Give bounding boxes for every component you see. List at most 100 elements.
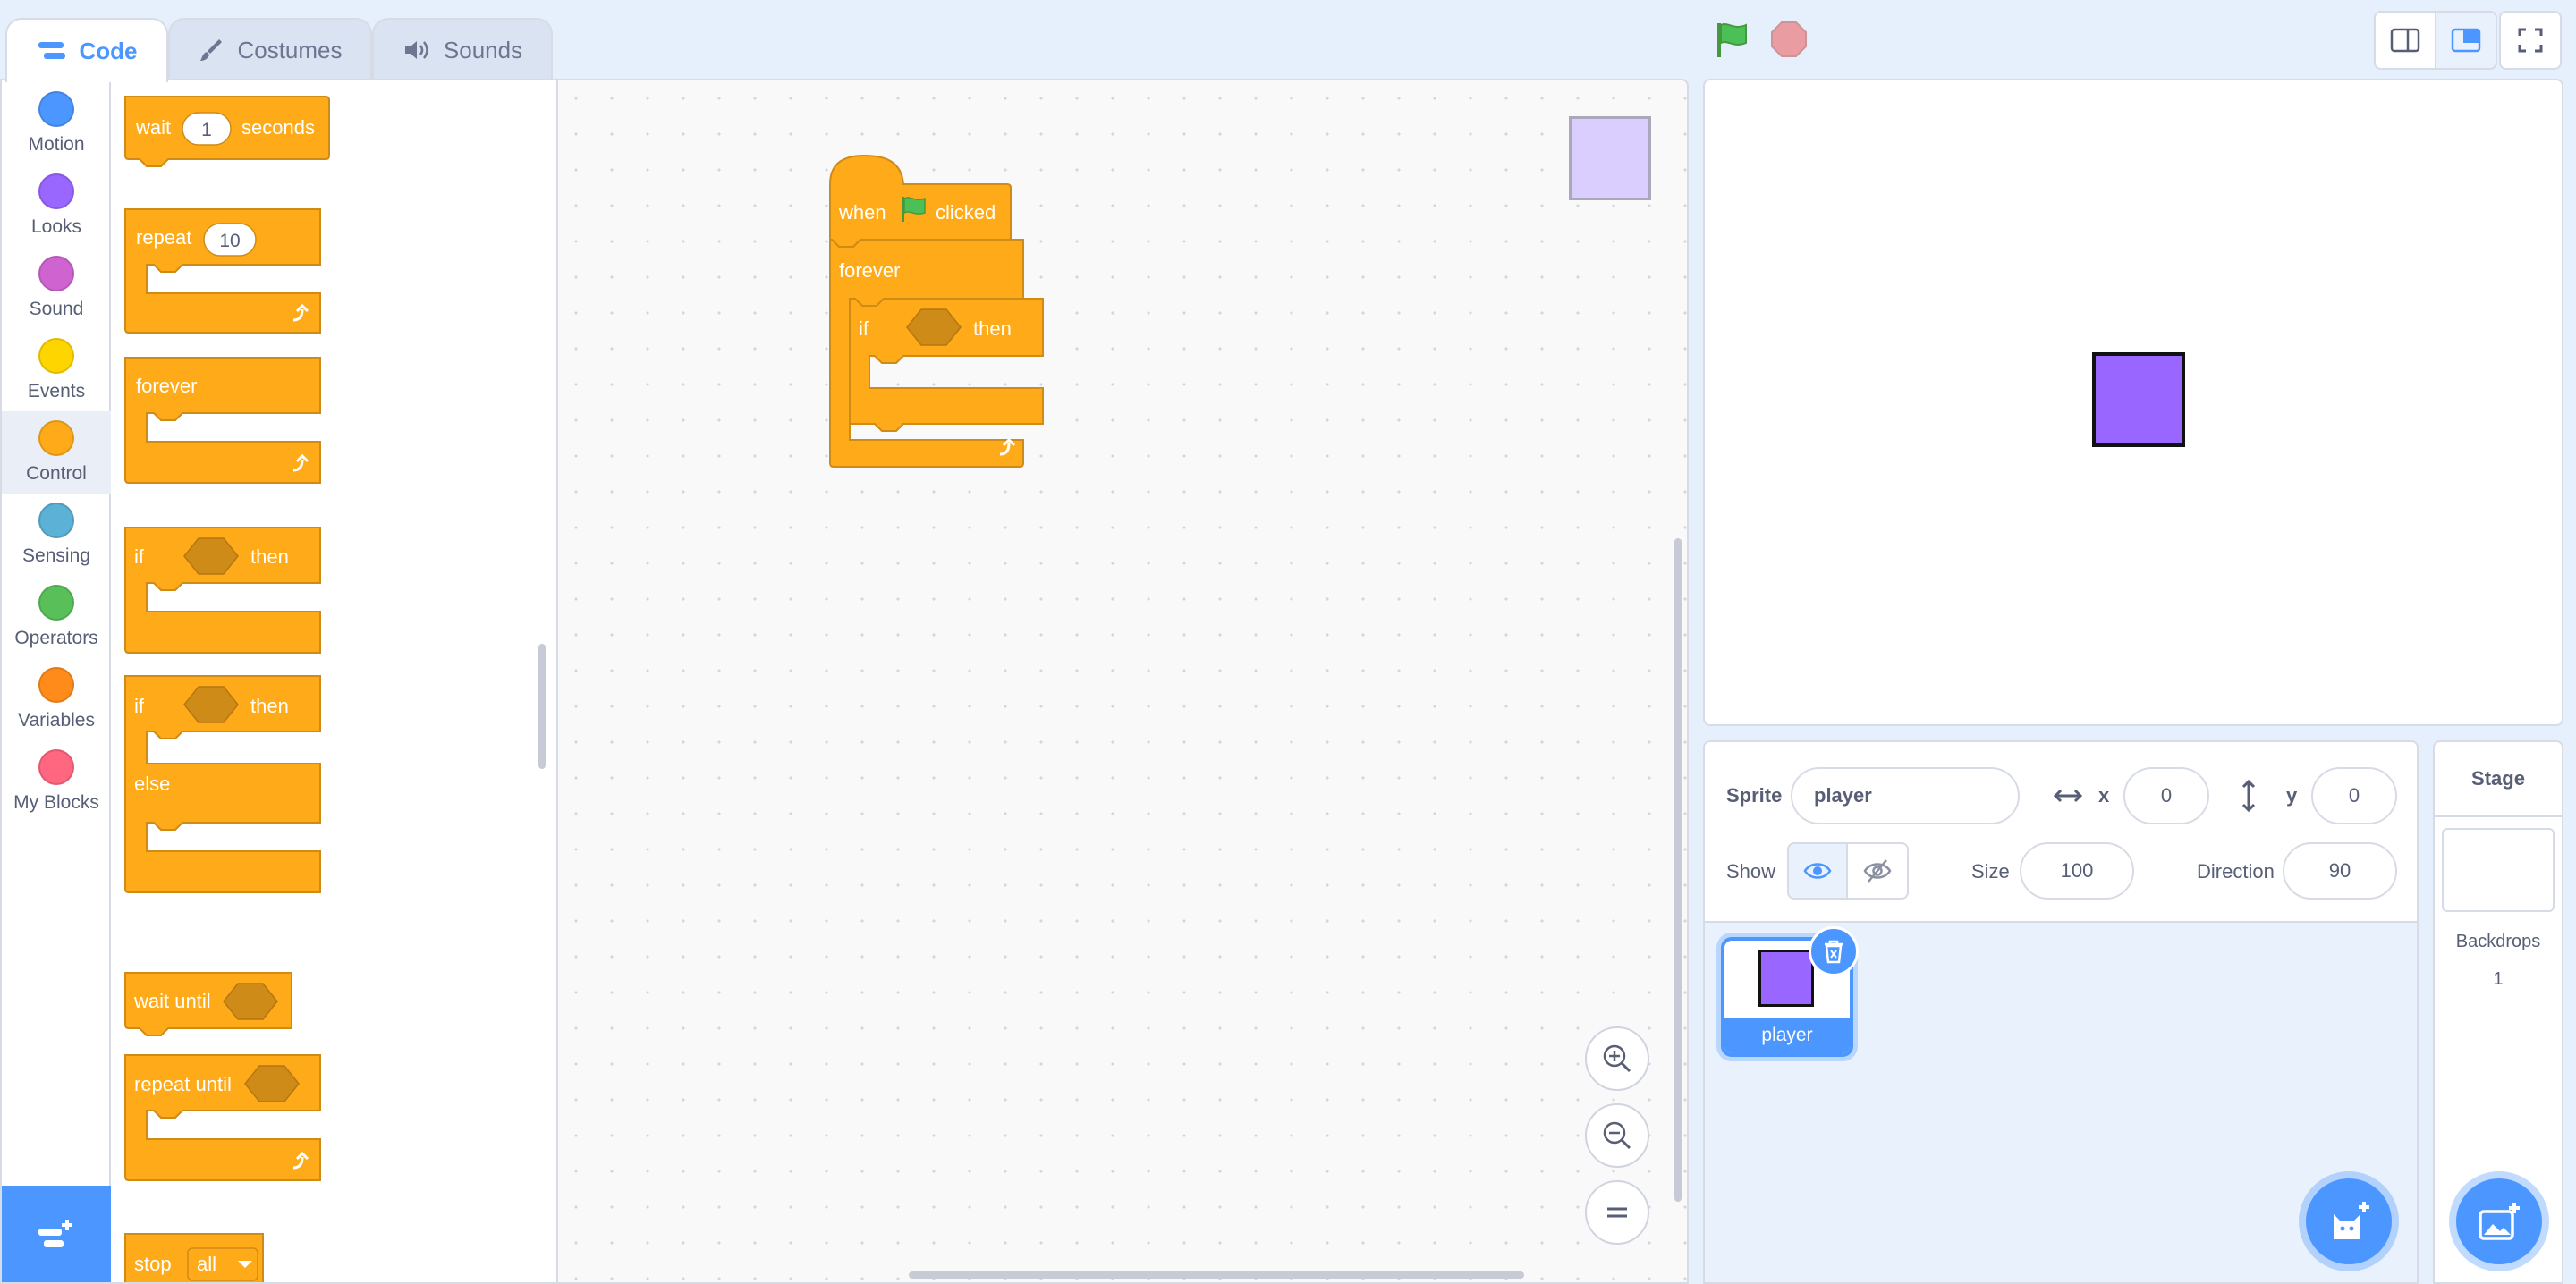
- palette-scrollbar[interactable]: [538, 644, 546, 769]
- motion-dot: [38, 91, 74, 127]
- palette-repeat-until-block[interactable]: repeat until: [124, 1054, 321, 1181]
- stop-label: stop: [134, 1253, 172, 1275]
- category-my-blocks[interactable]: My Blocks: [2, 749, 111, 821]
- category-sensing-label: Sensing: [22, 545, 90, 566]
- tab-costumes[interactable]: Costumes: [168, 18, 372, 80]
- category-motion[interactable]: Motion: [2, 91, 111, 163]
- category-motion-label: Motion: [28, 134, 85, 155]
- small-stage-button[interactable]: [2374, 11, 2436, 70]
- events-dot: [38, 338, 74, 374]
- stage-sprite-player[interactable]: [2092, 352, 2185, 447]
- stop-button[interactable]: [1764, 16, 1814, 63]
- category-sensing[interactable]: Sensing: [2, 503, 111, 574]
- direction-label: Direction: [2197, 860, 2275, 883]
- sprite-tile-thumbnail: [1758, 950, 1814, 1007]
- large-stage-button[interactable]: [2435, 11, 2497, 70]
- fullscreen-icon: [2518, 28, 2543, 53]
- green-flag-icon: [1717, 23, 1747, 57]
- hat-clicked-label: clicked: [936, 201, 996, 224]
- stop-option: all: [197, 1253, 216, 1275]
- cat-plus-icon: [2334, 1202, 2369, 1239]
- zoom-in-icon: [1603, 1044, 1631, 1073]
- code-workspace[interactable]: when clicked forever if then: [558, 79, 1689, 1284]
- palette-if-then-block[interactable]: if then: [124, 527, 321, 654]
- zoom-out-button[interactable]: [1585, 1103, 1649, 1168]
- stage-canvas[interactable]: [1703, 79, 2563, 726]
- category-looks[interactable]: Looks: [2, 173, 111, 245]
- my-blocks-dot: [38, 749, 74, 785]
- palette-repeat-block[interactable]: repeat 10: [124, 208, 321, 334]
- x-input[interactable]: 0: [2123, 767, 2209, 824]
- palette-wait-block[interactable]: wait 1 seconds: [124, 96, 330, 167]
- when-flag-clicked-block[interactable]: when clicked: [829, 154, 1012, 248]
- y-input[interactable]: 0: [2311, 767, 2397, 824]
- tab-sounds[interactable]: Sounds: [372, 18, 553, 80]
- wait-label: wait: [135, 116, 171, 139]
- stage-selector[interactable]: Stage Backdrops 1: [2433, 740, 2563, 1284]
- add-extension-icon: [38, 1220, 72, 1247]
- category-events-label: Events: [27, 381, 86, 401]
- looks-dot: [38, 173, 74, 209]
- repeat-label: repeat: [136, 226, 191, 249]
- category-control[interactable]: Control: [2, 411, 111, 494]
- palette-if-else-block[interactable]: if then else: [124, 675, 321, 893]
- category-looks-label: Looks: [30, 216, 82, 237]
- x-label: x: [2098, 784, 2110, 807]
- sound-dot: [38, 256, 74, 291]
- tab-costumes-label: Costumes: [237, 36, 343, 63]
- palette-blocks: wait 1 seconds repeat 10 forever if then: [124, 96, 330, 1284]
- stage-thumbnail[interactable]: [2442, 828, 2555, 912]
- category-operators-label: Operators: [14, 628, 98, 648]
- sprite-pane: Sprite player x 0 y 0 Show Size 100 Dire…: [1703, 740, 2419, 1284]
- palette-wait-until-block[interactable]: wait until: [124, 972, 292, 1036]
- show-visible-button[interactable]: [1787, 842, 1848, 900]
- if-then-block[interactable]: if then: [849, 298, 1044, 432]
- category-variables[interactable]: Variables: [2, 667, 111, 739]
- stage-title: Stage: [2435, 742, 2562, 817]
- green-flag-button[interactable]: [1705, 16, 1758, 63]
- hat-when-label: when: [838, 201, 886, 224]
- zoom-in-button[interactable]: [1585, 1026, 1649, 1091]
- choose-backdrop-button[interactable]: [2456, 1178, 2542, 1264]
- palette-forever-block[interactable]: forever: [124, 357, 321, 484]
- variables-dot: [38, 667, 74, 703]
- size-label: Size: [1971, 860, 2010, 883]
- size-input[interactable]: 100: [2020, 842, 2134, 900]
- category-sound[interactable]: Sound: [2, 256, 111, 327]
- tab-code[interactable]: Code: [5, 18, 168, 82]
- category-control-label: Control: [26, 463, 87, 484]
- speaker-icon: [404, 41, 428, 59]
- zoom-out-icon: [1603, 1121, 1631, 1150]
- delete-sprite-button[interactable]: [1809, 926, 1859, 976]
- then-label: then: [250, 545, 289, 568]
- category-events[interactable]: Events: [2, 338, 111, 410]
- sprite-name-input[interactable]: player: [1791, 767, 2020, 824]
- large-stage-icon: [2451, 28, 2481, 53]
- backdrops-count: 1: [2493, 969, 2504, 989]
- workspace-script: when clicked forever if then: [829, 154, 1044, 468]
- category-my-blocks-label: My Blocks: [13, 792, 99, 813]
- fullscreen-button[interactable]: [2499, 11, 2562, 70]
- workspace-sprite-thumbnail: [1569, 116, 1651, 200]
- zoom-reset-button[interactable]: [1585, 1180, 1649, 1245]
- choose-sprite-button[interactable]: [2306, 1178, 2392, 1264]
- wait-suffix: seconds: [242, 116, 315, 139]
- sensing-dot: [38, 503, 74, 538]
- size-value: 100: [2060, 859, 2094, 882]
- equals-icon: [1607, 1207, 1627, 1218]
- workspace-vertical-scrollbar[interactable]: [1674, 538, 1682, 1202]
- else-label: else: [134, 773, 170, 795]
- horizontal-arrows-icon: [2053, 789, 2083, 803]
- palette-stop-block[interactable]: stop all: [124, 1233, 264, 1284]
- sprite-name-value: player: [1814, 784, 1872, 807]
- y-value: 0: [2348, 784, 2360, 807]
- repeat-value: 10: [219, 231, 240, 251]
- y-label: y: [2286, 784, 2298, 807]
- direction-input[interactable]: 90: [2283, 842, 2397, 900]
- category-operators[interactable]: Operators: [2, 585, 111, 656]
- vertical-arrows-icon: [2241, 779, 2256, 813]
- workspace-horizontal-scrollbar[interactable]: [909, 1271, 1524, 1279]
- add-extension-button[interactable]: [2, 1186, 111, 1282]
- stop-icon: [1771, 21, 1807, 57]
- show-hidden-button[interactable]: [1848, 842, 1909, 900]
